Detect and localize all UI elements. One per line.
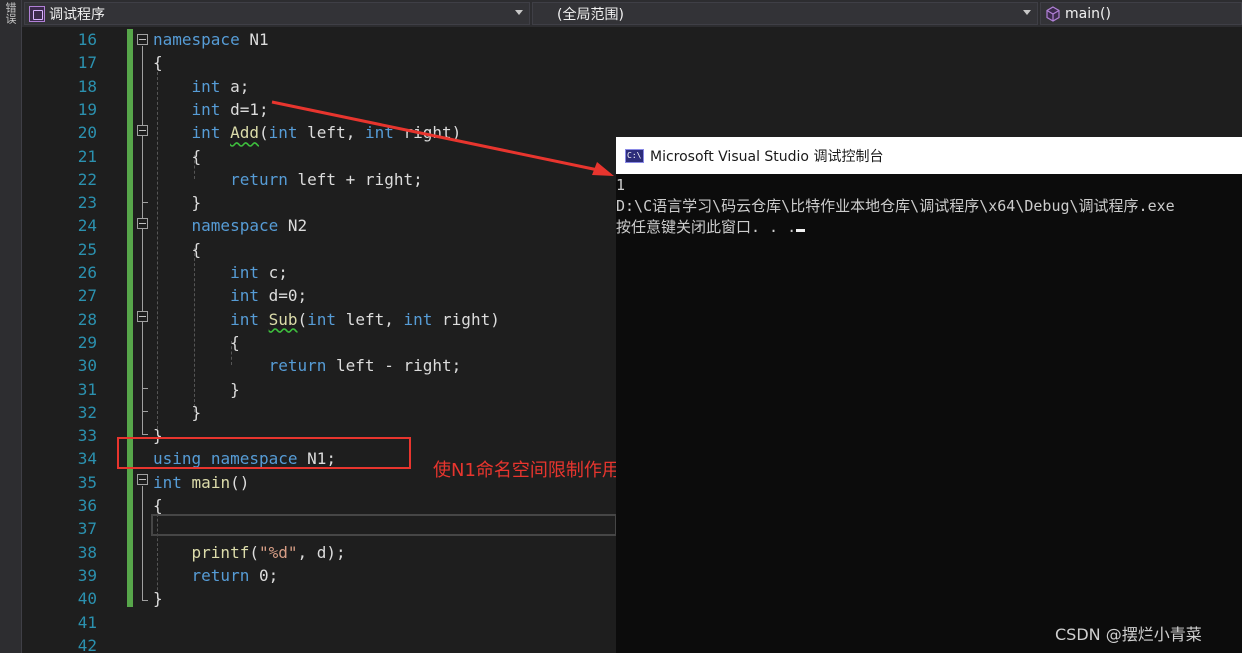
- arrow-line: [271, 100, 599, 172]
- arrow-head: [592, 162, 614, 176]
- ide-window: 错误 调试程序 (全局范围) main() 16 namespace N1 17…: [0, 0, 1242, 653]
- watermark: CSDN @摆烂小青菜: [1055, 625, 1202, 644]
- annotation-arrow: [271, 100, 614, 176]
